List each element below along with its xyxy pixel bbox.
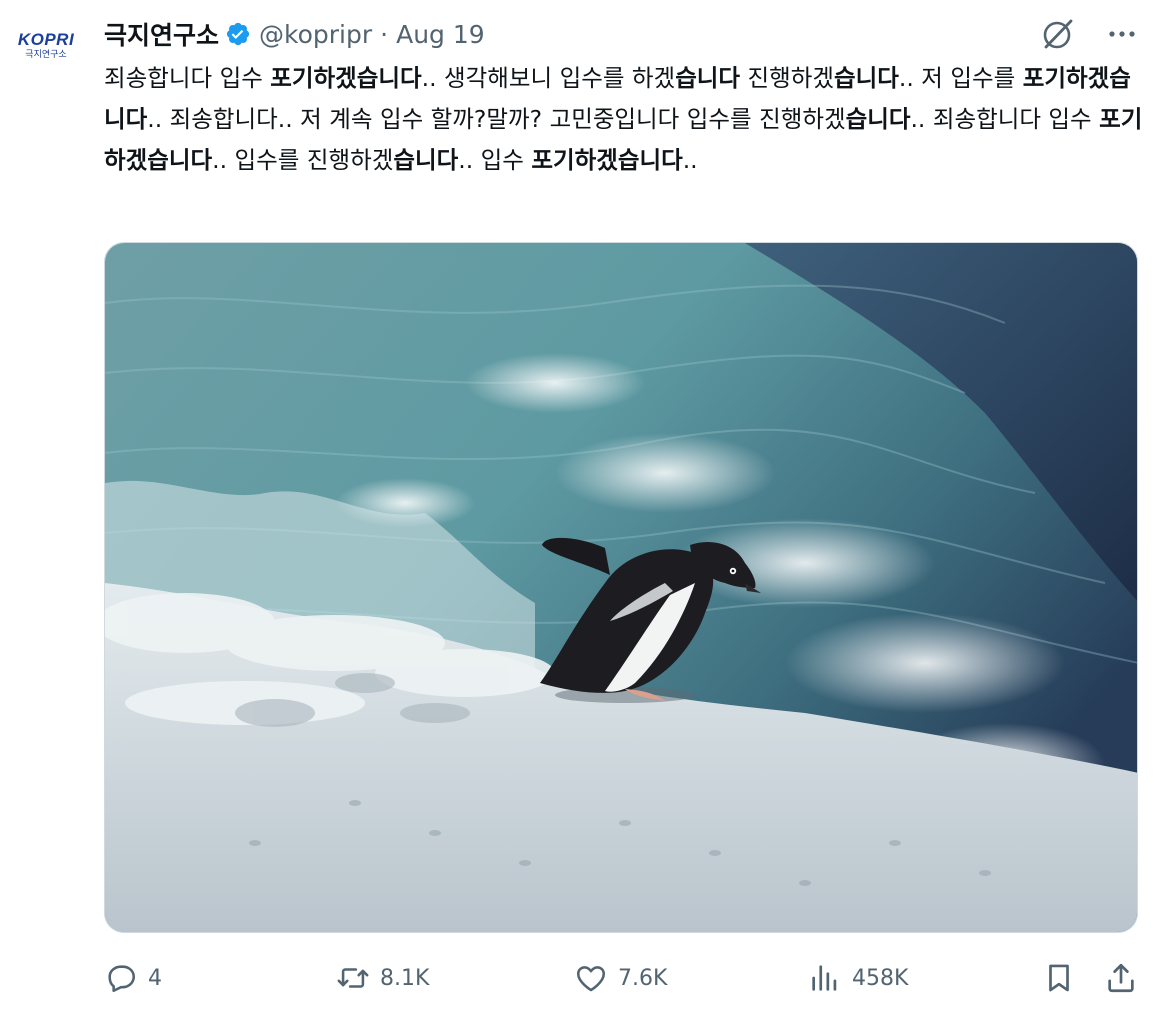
grok-icon[interactable] [1040,16,1076,52]
retweet-icon [337,968,369,988]
tweet-action-bar: 4 8.1K 7.6K 458K [104,955,1144,1001]
views-count: 458K [852,965,909,991]
avatar-logo-subtext: 극지연구소 [25,50,67,60]
views-icon [812,965,837,991]
avatar[interactable]: KOPRI 극지연구소 [10,30,82,82]
author-handle[interactable]: @kopripr [259,20,372,49]
tweet-photo[interactable] [104,242,1138,933]
heart-icon [576,966,606,992]
tweet-text-bold-segment: 포기하겠습니다 [531,146,683,174]
tweet-text-segment: .. 죄송합니다 입수 [910,105,1100,133]
like-count: 7.6K [618,965,668,991]
tweet-date[interactable]: Aug 19 [396,20,485,49]
tweet-text-bold-segment: 포기하겠습니다 [270,64,422,92]
reply-button[interactable]: 4 [104,955,162,1001]
tweet-text-segment: .. [682,146,698,174]
views-button[interactable]: 458K [808,955,908,1001]
tweet-text-segment: .. 입수 [458,146,532,174]
reply-icon [108,965,136,993]
verified-badge-icon [225,21,251,47]
tweet-text: 죄송합니다 입수 포기하겠습니다.. 생각해보니 입수를 하겠습니다 진행하겠습… [104,58,1144,181]
tweet-header: 극지연구소 @kopripr · Aug 19 [104,16,485,52]
tweet-text-segment: 죄송합니다 입수 [104,64,271,92]
like-button[interactable]: 7.6K [574,955,667,1001]
tweet-text-segment: .. 입수를 진행하겠 [212,146,394,174]
tweet[interactable]: KOPRI 극지연구소 극지연구소 @kopripr · Aug 19 죄송합니… [0,0,1160,1012]
tweet-text-segment: .. 생각해보니 입수를 하겠 [421,64,676,92]
tweet-text-bold-segment: 습니다 [834,64,899,92]
avatar-logo-text: KOPRI [17,30,75,49]
retweet-count: 8.1K [380,965,430,991]
share-icon [1108,963,1134,993]
bookmark-button[interactable] [1042,955,1076,1001]
tweet-text-segment: .. 죄송합니다.. 저 계속 입수 할까?말까? 고민중입니다 입수를 진행하… [147,105,846,133]
tweet-text-bold-segment: 습니다 [845,105,911,133]
tweet-text-segment: .. 저 입수를 [898,64,1023,92]
bookmark-icon [1049,964,1069,992]
retweet-button[interactable]: 8.1K [336,955,429,1001]
more-options-icon[interactable] [1106,18,1138,50]
header-separator: · [380,19,389,49]
reply-count: 4 [148,965,162,991]
tweet-text-bold-segment: 습니다 [675,64,741,92]
tweet-text-segment: 진행하겠 [740,64,835,92]
share-button[interactable] [1104,955,1138,1001]
tweet-top-actions [1040,16,1138,52]
author-display-name[interactable]: 극지연구소 [104,16,219,52]
tweet-text-bold-segment: 습니다 [393,146,459,174]
